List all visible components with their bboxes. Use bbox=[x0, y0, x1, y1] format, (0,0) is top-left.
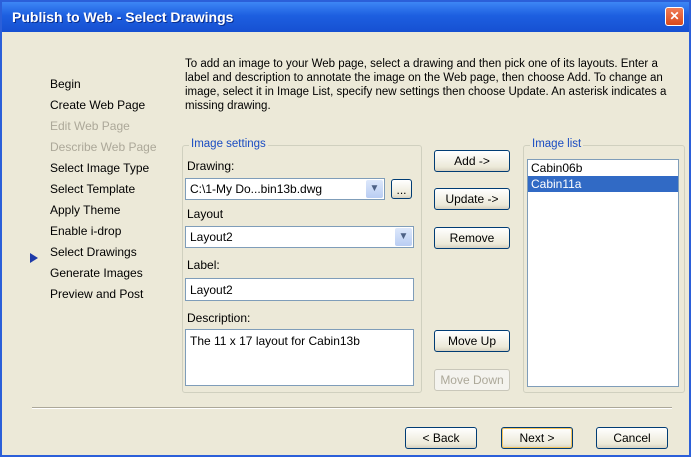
nav-step-enable-idrop: Enable i-drop bbox=[50, 224, 122, 238]
nav-step-select-image-type: Select Image Type bbox=[50, 161, 150, 175]
chevron-down-icon[interactable]: ▼ bbox=[366, 180, 383, 198]
nav-step-preview-and-post: Preview and Post bbox=[50, 287, 144, 301]
chevron-down-icon[interactable]: ▼ bbox=[395, 228, 412, 246]
nav-step-select-drawings: Select Drawings bbox=[50, 245, 137, 259]
browse-drawing-button[interactable]: ... bbox=[391, 179, 412, 199]
close-button[interactable]: ✕ bbox=[665, 7, 684, 26]
instructions-text: To add an image to your Web page, select… bbox=[185, 58, 667, 112]
image-settings-title: Image settings bbox=[189, 138, 268, 150]
layout-select[interactable]: Layout2 ▼ bbox=[185, 226, 414, 248]
triangle-right-icon bbox=[30, 253, 38, 263]
label-field-label: Label: bbox=[187, 258, 220, 272]
description-value: The 11 x 17 layout for Cabin13b bbox=[190, 334, 360, 348]
update-button[interactable]: Update -> bbox=[434, 188, 510, 210]
browse-button-label: ... bbox=[396, 183, 407, 197]
nav-step-describe-web-page: Describe Web Page bbox=[50, 140, 157, 154]
nav-step-begin: Begin bbox=[50, 77, 81, 91]
remove-button[interactable]: Remove bbox=[434, 227, 510, 249]
drawing-select[interactable]: C:\1-My Do...bin13b.dwg ▼ bbox=[185, 178, 385, 200]
image-listbox[interactable]: Cabin06b Cabin11a bbox=[527, 159, 679, 387]
divider bbox=[32, 407, 672, 409]
drawing-value: C:\1-My Do...bin13b.dwg bbox=[190, 182, 323, 196]
back-button[interactable]: < Back bbox=[405, 427, 477, 449]
list-item-cabin11a[interactable]: Cabin11a bbox=[528, 176, 678, 192]
list-item-cabin06b[interactable]: Cabin06b bbox=[528, 160, 678, 176]
next-button[interactable]: Next > bbox=[501, 427, 573, 449]
nav-step-generate-images: Generate Images bbox=[50, 266, 143, 280]
title-bar[interactable]: Publish to Web - Select Drawings ✕ bbox=[2, 2, 689, 32]
image-list-title: Image list bbox=[530, 138, 584, 150]
move-down-button[interactable]: Move Down bbox=[434, 369, 510, 391]
move-up-button[interactable]: Move Up bbox=[434, 330, 510, 352]
add-button[interactable]: Add -> bbox=[434, 150, 510, 172]
nav-step-create-web-page: Create Web Page bbox=[50, 98, 146, 112]
layout-label: Layout bbox=[187, 207, 224, 221]
layout-value: Layout2 bbox=[190, 230, 233, 244]
window-title: Publish to Web - Select Drawings bbox=[12, 9, 234, 25]
publish-to-web-dialog: Publish to Web - Select Drawings ✕ Begin… bbox=[0, 0, 691, 457]
drawing-label: Drawing: bbox=[187, 159, 235, 173]
wizard-steps-nav: Begin Create Web Page Edit Web Page Desc… bbox=[50, 74, 180, 305]
nav-step-apply-theme: Apply Theme bbox=[50, 203, 121, 217]
nav-step-select-template: Select Template bbox=[50, 182, 136, 196]
cancel-button[interactable]: Cancel bbox=[596, 427, 668, 449]
close-icon: ✕ bbox=[669, 9, 680, 23]
nav-step-edit-web-page: Edit Web Page bbox=[50, 119, 130, 133]
label-input-value: Layout2 bbox=[190, 283, 233, 297]
description-textarea[interactable]: The 11 x 17 layout for Cabin13b bbox=[185, 329, 414, 386]
label-input[interactable]: Layout2 bbox=[185, 278, 414, 301]
description-label: Description: bbox=[187, 311, 251, 325]
